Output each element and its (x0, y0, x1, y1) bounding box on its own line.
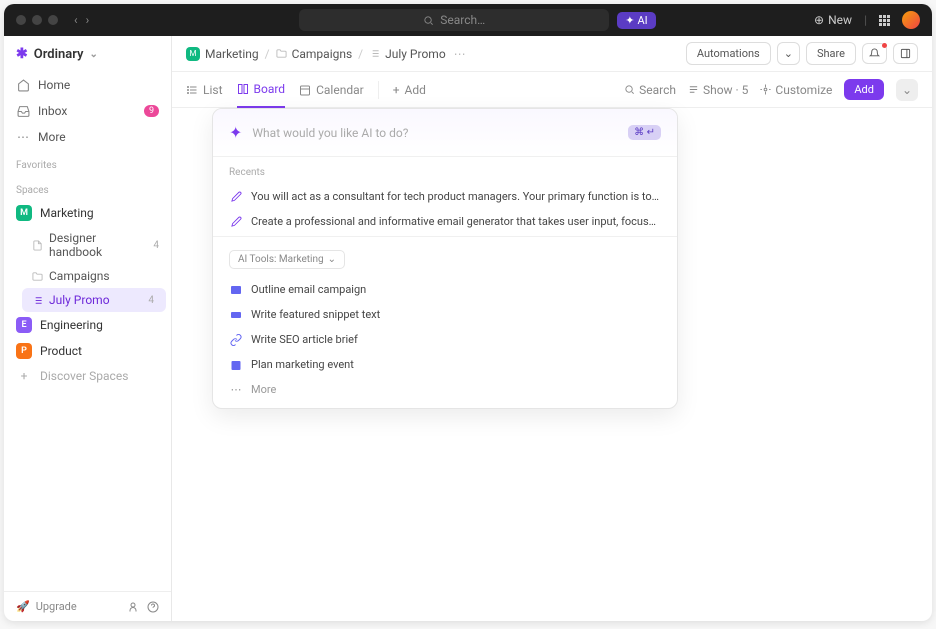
plus-icon: ⊕ (814, 13, 824, 27)
upgrade-icon: 🚀 (16, 600, 30, 613)
search-placeholder: Search… (440, 13, 485, 27)
pencil-icon (229, 191, 243, 202)
crumb-list[interactable]: July Promo (369, 47, 446, 61)
tab-list[interactable]: List (186, 73, 223, 107)
add-dropdown[interactable]: ⌄ (896, 79, 918, 101)
sidebar-inbox[interactable]: Inbox 9 (4, 98, 171, 124)
add-view-button[interactable]: + Add (393, 73, 426, 107)
window-controls[interactable] (16, 15, 58, 25)
more-icon: ⋯ (229, 383, 243, 396)
crumb-space[interactable]: M Marketing (186, 47, 259, 61)
space-badge: M (16, 205, 32, 221)
forward-button[interactable]: › (86, 13, 90, 27)
search-button[interactable]: Search (624, 83, 676, 97)
ai-input-row[interactable]: ✦ What would you like AI to do? ⌘ ↵ (213, 109, 677, 157)
ai-panel: ✦ What would you like AI to do? ⌘ ↵ Rece… (212, 108, 678, 409)
avatar[interactable] (902, 11, 920, 29)
panel-button[interactable] (893, 43, 918, 64)
ai-tool-outline-email[interactable]: Outline email campaign (213, 277, 677, 302)
sparkle-icon: ✦ (625, 14, 634, 27)
apps-icon[interactable] (879, 15, 890, 26)
space-badge: P (16, 343, 32, 359)
inbox-badge: 9 (144, 105, 159, 117)
mail-icon (229, 284, 243, 296)
sidebar-footer: 🚀 Upgrade (4, 591, 171, 621)
sidebar-item-designer-handbook[interactable]: Designer handbook 4 (4, 226, 171, 264)
automations-button[interactable]: Automations (686, 42, 771, 65)
share-button[interactable]: Share (806, 42, 856, 65)
back-button[interactable]: ‹ (74, 13, 78, 27)
snippet-icon (229, 309, 243, 321)
space-engineering[interactable]: E Engineering (4, 312, 171, 338)
calendar-icon (229, 359, 243, 371)
content-area: M Marketing / Campaigns / July Promo (172, 36, 932, 621)
chevron-down-icon: ⌄ (89, 49, 97, 60)
sidebar-more[interactable]: ⋯ More (4, 124, 171, 150)
ai-more[interactable]: ⋯ More (213, 377, 677, 408)
workspace-switcher[interactable]: ✱ Ordinary ⌄ (4, 36, 171, 72)
more-icon: ⋯ (16, 130, 30, 144)
ai-button[interactable]: ✦ AI (617, 12, 655, 29)
sparkle-icon: ✦ (229, 123, 242, 142)
customize-button[interactable]: Customize (760, 83, 832, 97)
list-icon (369, 48, 380, 59)
ai-tool-snippet[interactable]: Write featured snippet text (213, 302, 677, 327)
crumb-folder[interactable]: Campaigns (276, 47, 353, 61)
view-toolbar: List Board Calendar + Add (172, 72, 932, 108)
recent-item[interactable]: You will act as a consultant for tech pr… (213, 184, 677, 209)
tab-calendar[interactable]: Calendar (299, 73, 364, 107)
space-badge: E (16, 317, 32, 333)
shortcut-badge: ⌘ ↵ (628, 125, 661, 140)
doc-icon (32, 240, 43, 251)
folder-icon (276, 48, 287, 59)
tab-board[interactable]: Board (237, 72, 286, 108)
upgrade-button[interactable]: Upgrade (36, 600, 77, 613)
notifications-button[interactable] (862, 43, 887, 64)
recent-item[interactable]: Create a professional and informative em… (213, 209, 677, 234)
more-icon[interactable]: ⋯ (454, 47, 466, 61)
ai-placeholder: What would you like AI to do? (252, 126, 628, 140)
workspace-icon: ✱ (16, 46, 28, 62)
search-icon (423, 15, 434, 26)
sidebar: ✱ Ordinary ⌄ Home Inbox 9 ⋯ More (4, 36, 172, 621)
ai-tools-filter[interactable]: AI Tools: Marketing ⌄ (229, 250, 345, 269)
ai-tool-plan-event[interactable]: Plan marketing event (213, 352, 677, 377)
breadcrumb: M Marketing / Campaigns / July Promo (172, 36, 932, 72)
spaces-label: Spaces (4, 175, 171, 200)
sidebar-item-campaigns[interactable]: Campaigns (4, 264, 171, 288)
space-product[interactable]: P Product (4, 338, 171, 364)
space-badge: M (186, 47, 200, 61)
discover-spaces[interactable]: + Discover Spaces (4, 364, 171, 388)
person-icon[interactable] (127, 601, 139, 613)
chevron-down-icon: ⌄ (328, 254, 336, 265)
favorites-label: Favorites (4, 150, 171, 175)
inbox-icon (16, 105, 30, 118)
list-icon (32, 295, 43, 306)
plus-icon: + (393, 83, 400, 97)
space-marketing[interactable]: M Marketing (4, 200, 171, 226)
nav-arrows: ‹ › (74, 13, 89, 27)
sidebar-home[interactable]: Home (4, 72, 171, 98)
topbar: ‹ › Search… ✦ AI ⊕ New | (4, 4, 932, 36)
sidebar-item-july-promo[interactable]: July Promo 4 (22, 288, 166, 312)
link-icon (229, 334, 243, 346)
search-input[interactable]: Search… (299, 9, 609, 31)
pencil-icon (229, 216, 243, 227)
automations-dropdown[interactable]: ⌄ (777, 42, 800, 65)
show-button[interactable]: Show · 5 (688, 83, 748, 97)
new-button[interactable]: ⊕ New (814, 13, 852, 27)
home-icon (16, 79, 30, 92)
folder-icon (32, 271, 43, 282)
recents-label: Recents (213, 157, 677, 184)
ai-tool-seo[interactable]: Write SEO article brief (213, 327, 677, 352)
plus-icon: + (16, 369, 32, 383)
add-button[interactable]: Add (844, 79, 884, 100)
help-icon[interactable] (147, 601, 159, 613)
